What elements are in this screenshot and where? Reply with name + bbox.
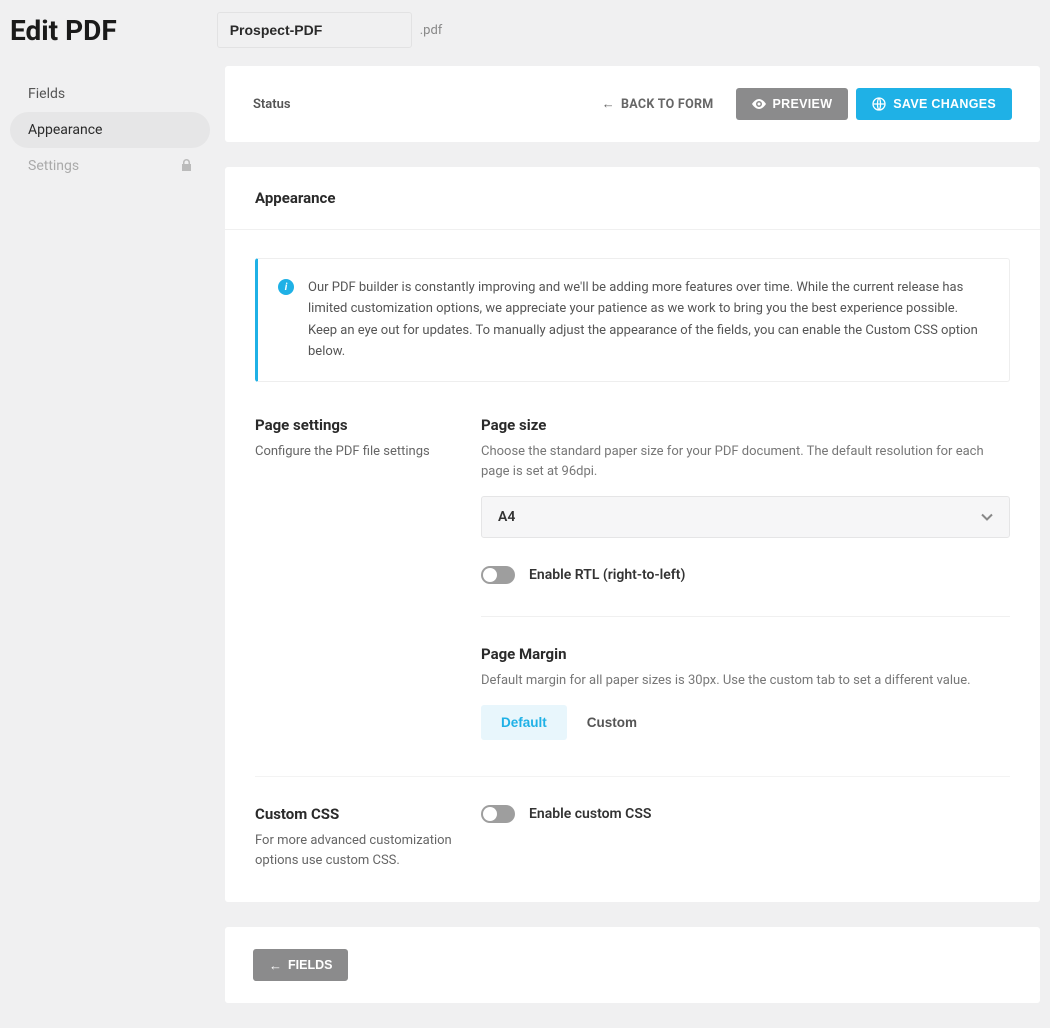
page-margin-heading: Page Margin bbox=[481, 645, 1010, 663]
footer-card: ← FIELDS bbox=[225, 927, 1040, 1003]
appearance-title: Appearance bbox=[255, 189, 1010, 207]
sidebar-item-settings[interactable]: Settings bbox=[10, 148, 210, 184]
arrow-left-icon: ← bbox=[602, 98, 615, 111]
margin-tab-custom[interactable]: Custom bbox=[567, 705, 657, 740]
page-size-select[interactable]: A4 bbox=[481, 496, 1010, 538]
margin-tab-default[interactable]: Default bbox=[481, 705, 567, 740]
arrow-left-icon: ← bbox=[269, 959, 282, 972]
sidebar: Fields Appearance Settings bbox=[10, 66, 210, 1028]
page-margin-desc: Default margin for all paper sizes is 30… bbox=[481, 671, 1010, 691]
custom-css-toggle-label: Enable custom CSS bbox=[529, 806, 651, 822]
sidebar-item-label: Fields bbox=[28, 86, 65, 102]
lock-icon bbox=[182, 159, 192, 174]
page-title: Edit PDF bbox=[10, 14, 117, 47]
page-size-value: A4 bbox=[498, 509, 515, 525]
preview-label: PREVIEW bbox=[773, 97, 833, 111]
page-size-heading: Page size bbox=[481, 416, 1010, 434]
back-to-form-link[interactable]: ← BACK TO FORM bbox=[602, 97, 714, 112]
page-settings-heading: Page settings bbox=[255, 416, 481, 434]
filename-extension: .pdf bbox=[420, 23, 443, 38]
divider bbox=[481, 616, 1010, 617]
save-changes-button[interactable]: SAVE CHANGES bbox=[856, 88, 1012, 120]
status-label: Status bbox=[253, 97, 291, 112]
fields-button[interactable]: ← FIELDS bbox=[253, 949, 348, 981]
sidebar-item-appearance[interactable]: Appearance bbox=[10, 112, 210, 148]
fields-button-label: FIELDS bbox=[288, 958, 332, 972]
globe-icon bbox=[872, 97, 886, 111]
page-size-desc: Choose the standard paper size for your … bbox=[481, 442, 1010, 482]
save-changes-label: SAVE CHANGES bbox=[893, 97, 996, 111]
info-box: i Our PDF builder is constantly improvin… bbox=[255, 258, 1010, 382]
rtl-toggle[interactable] bbox=[481, 566, 515, 584]
info-icon: i bbox=[278, 279, 294, 295]
sidebar-item-fields[interactable]: Fields bbox=[10, 76, 210, 112]
appearance-card: Appearance i Our PDF builder is constant… bbox=[225, 167, 1040, 902]
custom-css-heading: Custom CSS bbox=[255, 805, 481, 823]
custom-css-toggle[interactable] bbox=[481, 805, 515, 823]
rtl-toggle-label: Enable RTL (right-to-left) bbox=[529, 567, 685, 583]
preview-button[interactable]: PREVIEW bbox=[736, 88, 849, 120]
back-to-form-label: BACK TO FORM bbox=[621, 97, 714, 112]
status-bar: Status ← BACK TO FORM PREVIEW SAVE CHA bbox=[225, 66, 1040, 142]
info-text: Our PDF builder is constantly improving … bbox=[308, 277, 989, 363]
toggle-knob bbox=[483, 807, 497, 821]
chevron-down-icon bbox=[981, 509, 993, 525]
sidebar-item-label: Appearance bbox=[28, 122, 102, 138]
toggle-knob bbox=[483, 568, 497, 582]
eye-icon bbox=[752, 99, 766, 109]
custom-css-desc: For more advanced customization options … bbox=[255, 831, 481, 870]
margin-tab-group: Default Custom bbox=[481, 705, 1010, 740]
filename-input[interactable] bbox=[217, 12, 412, 48]
sidebar-item-label: Settings bbox=[28, 158, 79, 174]
page-settings-desc: Configure the PDF file settings bbox=[255, 442, 481, 462]
